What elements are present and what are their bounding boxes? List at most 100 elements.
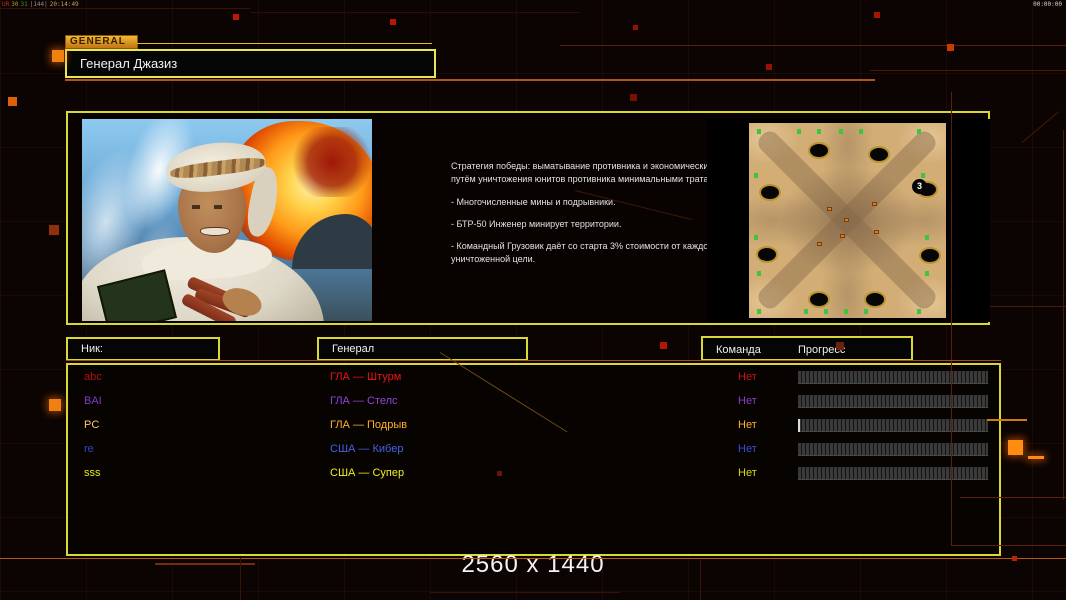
decor-square xyxy=(633,25,638,30)
map-start-position xyxy=(759,184,781,201)
map-start-position xyxy=(808,142,830,159)
decor-square xyxy=(874,12,880,18)
decor-square xyxy=(1008,440,1023,455)
player-general: ГЛА — Штурм xyxy=(330,371,401,383)
map-unit-marker xyxy=(864,309,868,314)
decor-line xyxy=(951,92,952,545)
progress-bar xyxy=(798,419,988,432)
map-unit-marker xyxy=(921,173,925,178)
player-general: США — Супер xyxy=(330,467,404,479)
map-resource-marker xyxy=(872,202,877,206)
map-resource-marker xyxy=(840,234,845,238)
map-resource-marker xyxy=(817,242,822,246)
debug-part: UR xyxy=(2,1,9,8)
debug-clock: 20:14:49 xyxy=(50,1,79,8)
decor-line xyxy=(560,45,1066,46)
player-nick: BAI xyxy=(84,395,102,407)
decor-square xyxy=(660,342,667,349)
decor-line xyxy=(960,497,1066,498)
player-team: Нет xyxy=(738,395,757,407)
general-tab: GENERAL xyxy=(65,35,138,49)
map-unit-marker xyxy=(917,129,921,134)
decor-line xyxy=(700,560,701,600)
general-name-title: Генерал Джазиз xyxy=(65,49,436,78)
player-team: Нет xyxy=(738,443,757,455)
player-team: Нет xyxy=(738,467,757,479)
map-unit-marker xyxy=(859,129,863,134)
map-unit-marker xyxy=(839,129,843,134)
map-unit-marker xyxy=(824,309,828,314)
map-unit-marker xyxy=(757,129,761,134)
player-team: Нет xyxy=(738,419,757,431)
player-general: США — Кибер xyxy=(330,443,403,455)
debug-stats: UR3031|144|20:14:49 xyxy=(2,1,81,8)
column-header-general: Генерал xyxy=(317,337,528,361)
decor-diagonal-line xyxy=(1022,111,1059,143)
decor-line xyxy=(66,360,1001,361)
table-row[interactable]: sss США — Супер Нет xyxy=(68,462,999,486)
decor-line xyxy=(0,558,1066,559)
decor-square xyxy=(630,94,637,101)
player-general: ГЛА — Стелс xyxy=(330,395,398,407)
minimap-panel: 3 xyxy=(707,119,990,322)
player-general: ГЛА — Подрыв xyxy=(330,419,407,431)
decor-square xyxy=(1012,556,1017,561)
decor-square xyxy=(836,342,844,350)
map-unit-marker xyxy=(754,173,758,178)
portrait-explosion-core xyxy=(292,127,372,197)
player-nick: PC xyxy=(84,419,99,431)
decor-line xyxy=(951,545,1066,546)
decor-square xyxy=(497,471,502,476)
decor-line xyxy=(65,79,875,81)
decor-square xyxy=(947,44,954,51)
decor-square xyxy=(49,399,61,411)
decor-square xyxy=(49,225,59,235)
debug-part: 31 xyxy=(20,1,27,8)
player-team: Нет xyxy=(738,371,757,383)
resolution-label: 2560 x 1440 xyxy=(0,551,1066,579)
map-start-position xyxy=(864,291,886,308)
start-position-badge: 3 xyxy=(912,179,927,194)
decor-line xyxy=(430,592,620,593)
decor-square xyxy=(1028,456,1044,459)
map-unit-marker xyxy=(757,309,761,314)
progress-bar xyxy=(798,371,988,384)
match-timer: 00:00:00 xyxy=(1033,1,1062,8)
map-resource-marker xyxy=(844,218,849,222)
table-row[interactable]: abc ГЛА — Штурм Нет xyxy=(68,366,999,390)
map-unit-marker xyxy=(757,271,761,276)
map-unit-marker xyxy=(844,309,848,314)
portrait-grin xyxy=(200,227,230,236)
general-info-panel: Стратегия победы: выматывание противника… xyxy=(66,111,990,325)
map-resource-marker xyxy=(874,230,879,234)
game-lobby-screen: { "debug": { "parts": ["UR", "30", "31",… xyxy=(0,0,1066,600)
table-row[interactable]: reСША — КиберНет xyxy=(68,438,999,462)
column-header-team: Команда xyxy=(716,340,761,360)
general-portrait xyxy=(82,119,372,321)
map-start-position xyxy=(808,291,830,308)
decor-line xyxy=(987,419,1027,421)
table-row[interactable]: PC ГЛА — Подрыв Нет xyxy=(68,414,999,438)
decor-square xyxy=(8,97,17,106)
progress-caret xyxy=(798,419,800,432)
decor-line xyxy=(0,8,250,9)
map-unit-marker xyxy=(917,309,921,314)
debug-part: |144| xyxy=(30,1,48,8)
decor-line xyxy=(990,306,1066,307)
map-unit-marker xyxy=(804,309,808,314)
map-unit-marker xyxy=(817,129,821,134)
player-table: abc ГЛА — Штурм Нет BAI ГЛА — Стелс Нет PC ГЛА … xyxy=(66,363,1001,556)
player-nick: sss xyxy=(84,467,101,479)
player-nick: abc xyxy=(84,371,102,383)
map-unit-marker xyxy=(754,235,758,240)
decor-line xyxy=(137,43,432,44)
map-resource-marker xyxy=(827,207,832,211)
progress-bar xyxy=(798,467,988,480)
progress-bar xyxy=(798,443,988,456)
portrait-eyes xyxy=(192,205,232,209)
decor-square xyxy=(766,64,772,70)
column-header-team-progress: Команда Прогресс xyxy=(701,336,913,361)
map-start-position xyxy=(756,246,778,263)
decor-square xyxy=(390,19,396,25)
decor-line xyxy=(870,70,1066,71)
